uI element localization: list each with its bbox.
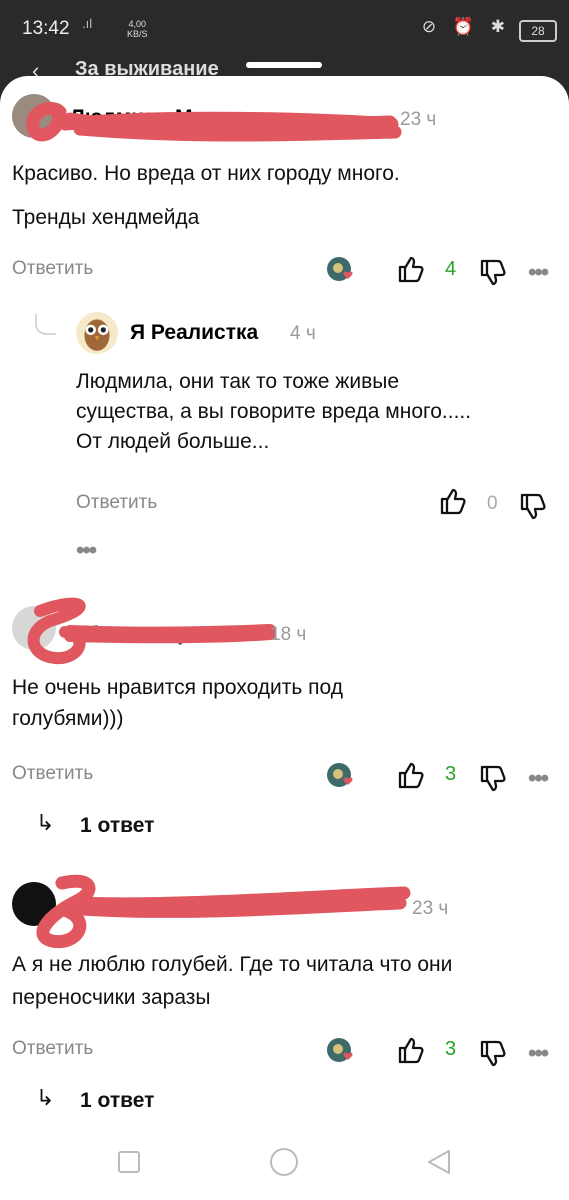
- dislike-icon[interactable]: [478, 1039, 508, 1069]
- redaction-scribble: [27, 597, 276, 665]
- comment-text-line: А я не люблю голубей. Где то читала что …: [12, 953, 453, 976]
- comment-time: 18 ч: [270, 624, 307, 645]
- likes-count: 3: [445, 763, 457, 785]
- comment-text-line: Красиво. Но вреда от них городу много.: [12, 162, 400, 185]
- comment-author[interactable]: Я Реалистка: [130, 321, 258, 345]
- comment-text-line: Тренды хендмейда: [12, 206, 200, 229]
- dislike-icon[interactable]: [478, 764, 508, 794]
- recent-apps-icon[interactable]: [117, 1150, 141, 1174]
- reply-arrow-icon: ↳: [36, 1085, 55, 1110]
- comment-time: 23 ч: [400, 109, 437, 130]
- comment-text: Не очень нравится проходить под голубями…: [12, 672, 343, 734]
- reply-button[interactable]: Ответить: [12, 763, 93, 785]
- system-navigation-bar: [0, 1128, 569, 1200]
- comments-sheet: Людмила Ми 23 ч Красиво. Но вреда от них…: [0, 76, 569, 1200]
- home-icon[interactable]: [269, 1147, 299, 1177]
- more-options-icon[interactable]: •••: [528, 767, 549, 791]
- like-icon[interactable]: [396, 1035, 426, 1065]
- network-speed-value: 4,00: [128, 19, 147, 29]
- more-options-icon[interactable]: •••: [528, 261, 549, 285]
- sheet-drag-handle[interactable]: [246, 62, 322, 68]
- comment-text-line: голубями))): [12, 707, 124, 730]
- status-time: 13:42: [22, 18, 70, 39]
- reply-button[interactable]: Ответить: [12, 1038, 93, 1060]
- back-icon[interactable]: [425, 1148, 453, 1176]
- author-like-icon: [327, 1038, 353, 1062]
- more-options-icon[interactable]: •••: [76, 539, 97, 563]
- dislike-icon[interactable]: [478, 258, 508, 288]
- signal-icon: .ıl: [82, 16, 93, 31]
- show-replies-button[interactable]: 1 ответ: [80, 814, 154, 838]
- likes-count: 4: [445, 258, 457, 280]
- redaction-scribble: [36, 874, 411, 949]
- battery-icon: 28: [519, 20, 557, 42]
- redaction-scribble: [26, 101, 402, 142]
- comment-text: Красиво. Но вреда от них городу много. Т…: [12, 158, 400, 234]
- status-bar: 13:42 .ıl 4,00 KB/S ⊘ ⏰ ✱ 28: [0, 0, 569, 62]
- status-icons: ⊘ ⏰ ✱: [421, 17, 511, 36]
- comment-time: 23 ч: [412, 898, 449, 919]
- likes-count: 0: [487, 493, 498, 514]
- author-like-icon: [327, 763, 353, 787]
- likes-count: 3: [445, 1038, 457, 1060]
- more-options-icon[interactable]: •••: [528, 1042, 549, 1066]
- comment-text: Людмила, они так то тоже живые существа,…: [76, 367, 471, 457]
- show-replies-button[interactable]: 1 ответ: [80, 1089, 154, 1113]
- comment-text-line: переносчики заразы: [12, 986, 211, 1009]
- network-speed: 4,00 KB/S: [127, 19, 148, 39]
- avatar[interactable]: [75, 311, 119, 355]
- comment-text-line: От людей больше...: [76, 430, 270, 453]
- reply-button[interactable]: Ответить: [12, 258, 93, 280]
- dislike-icon[interactable]: [518, 492, 548, 522]
- author-like-icon: [327, 257, 353, 281]
- reply-thread-line-icon: [35, 314, 56, 335]
- comment-text-line: Не очень нравится проходить под: [12, 676, 344, 699]
- like-icon[interactable]: [438, 486, 468, 516]
- comment-text-line: существа, а вы говорите вреда много.....: [76, 400, 472, 423]
- network-speed-unit: KB/S: [127, 29, 148, 39]
- reply-arrow-icon: ↳: [36, 810, 55, 835]
- like-icon[interactable]: [396, 760, 426, 790]
- comment-time: 4 ч: [290, 323, 316, 344]
- comment-text: А я не люблю голубей. Где то читала что …: [12, 948, 452, 1014]
- comment-text-line: Людмила, они так то тоже живые: [76, 370, 400, 393]
- like-icon[interactable]: [396, 254, 426, 284]
- reply-button[interactable]: Ответить: [76, 492, 157, 514]
